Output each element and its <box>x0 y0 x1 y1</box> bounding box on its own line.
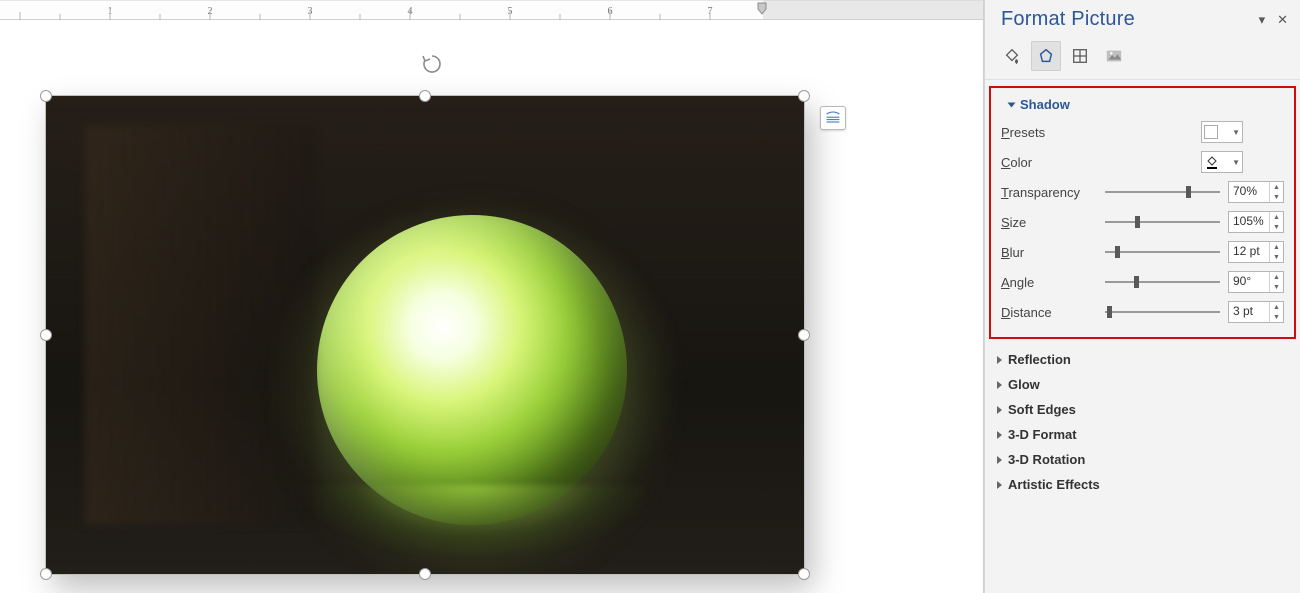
transparency-slider[interactable] <box>1105 191 1220 193</box>
row-size: Size 105% ▲▼ <box>997 207 1288 237</box>
expand-caret-icon <box>997 406 1002 414</box>
section-3d-format-header[interactable]: 3-D Format <box>985 422 1300 447</box>
blur-spinner[interactable]: 12 pt ▲▼ <box>1228 241 1284 263</box>
section-soft-edges-header[interactable]: Soft Edges <box>985 397 1300 422</box>
row-blur: Blur 12 pt ▲▼ <box>997 237 1288 267</box>
expand-caret-icon <box>997 431 1002 439</box>
distance-value: 3 pt <box>1229 302 1269 322</box>
section-label: Shadow <box>1020 97 1070 112</box>
section-artistic-effects-header[interactable]: Artistic Effects <box>985 472 1300 497</box>
size-spinner[interactable]: 105% ▲▼ <box>1228 211 1284 233</box>
presets-label: resets <box>1010 125 1045 140</box>
expand-caret-icon <box>1008 102 1016 107</box>
size-slider[interactable] <box>1105 221 1220 223</box>
chevron-down-icon: ▼ <box>1232 128 1240 137</box>
row-transparency: Transparency 70% ▲▼ <box>997 177 1288 207</box>
pane-title: Format Picture <box>1001 8 1135 31</box>
transparency-value: 70% <box>1229 182 1269 202</box>
angle-value: 90° <box>1229 272 1269 292</box>
chevron-down-icon: ▼ <box>1232 158 1240 167</box>
rotation-handle-icon[interactable] <box>420 52 444 79</box>
spin-down-icon[interactable]: ▼ <box>1270 312 1283 322</box>
shadow-section-highlighted: Shadow Presets ▼ Color <box>989 86 1296 339</box>
shadow-color-dropdown[interactable]: ▼ <box>1201 151 1243 173</box>
section-reflection-header[interactable]: Reflection <box>985 347 1300 372</box>
section-glow-header[interactable]: Glow <box>985 372 1300 397</box>
preset-none-icon <box>1204 125 1218 139</box>
document-canvas[interactable] <box>0 20 983 593</box>
section-3d-rotation-header[interactable]: 3-D Rotation <box>985 447 1300 472</box>
spin-down-icon[interactable]: ▼ <box>1270 192 1283 202</box>
section-label: 3-D Rotation <box>1008 452 1085 467</box>
row-distance: Distance 3 pt ▲▼ <box>997 297 1288 327</box>
selected-picture[interactable] <box>45 95 805 575</box>
row-color: Color ▼ <box>997 147 1288 177</box>
spin-down-icon[interactable]: ▼ <box>1270 282 1283 292</box>
format-category-tabs <box>985 35 1300 80</box>
distance-slider[interactable] <box>1105 311 1220 313</box>
section-shadow-header[interactable]: Shadow <box>997 92 1288 117</box>
tab-picture[interactable] <box>1099 41 1129 71</box>
pane-menu-caret-icon[interactable]: ▾ <box>1259 12 1266 28</box>
section-label: 3-D Format <box>1008 427 1077 442</box>
spin-down-icon[interactable]: ▼ <box>1270 222 1283 232</box>
pane-close-icon[interactable]: ✕ <box>1277 12 1288 28</box>
row-angle: Angle 90° ▲▼ <box>997 267 1288 297</box>
spin-up-icon[interactable]: ▲ <box>1270 242 1283 252</box>
document-area: 1 2 3 4 5 6 7 <box>0 0 984 593</box>
picture-content <box>45 95 805 575</box>
spin-up-icon[interactable]: ▲ <box>1270 212 1283 222</box>
spin-up-icon[interactable]: ▲ <box>1270 272 1283 282</box>
spin-down-icon[interactable]: ▼ <box>1270 252 1283 262</box>
spin-up-icon[interactable]: ▲ <box>1270 182 1283 192</box>
tab-fill-line[interactable] <box>997 41 1027 71</box>
transparency-spinner[interactable]: 70% ▲▼ <box>1228 181 1284 203</box>
format-picture-pane: Format Picture ▾ ✕ <box>984 0 1300 593</box>
blur-value: 12 pt <box>1229 242 1269 262</box>
blur-slider[interactable] <box>1105 251 1220 253</box>
shadow-presets-dropdown[interactable]: ▼ <box>1201 121 1243 143</box>
angle-spinner[interactable]: 90° ▲▼ <box>1228 271 1284 293</box>
size-value: 105% <box>1229 212 1269 232</box>
row-presets: Presets ▼ <box>997 117 1288 147</box>
tab-effects[interactable] <box>1031 41 1061 71</box>
section-label: Soft Edges <box>1008 402 1076 417</box>
horizontal-ruler: 1 2 3 4 5 6 7 <box>0 0 983 20</box>
angle-slider[interactable] <box>1105 281 1220 283</box>
spin-up-icon[interactable]: ▲ <box>1270 302 1283 312</box>
layout-options-button[interactable] <box>820 106 846 130</box>
tab-size-properties[interactable] <box>1065 41 1095 71</box>
expand-caret-icon <box>997 456 1002 464</box>
expand-caret-icon <box>997 481 1002 489</box>
section-label: Artistic Effects <box>1008 477 1100 492</box>
distance-spinner[interactable]: 3 pt ▲▼ <box>1228 301 1284 323</box>
expand-caret-icon <box>997 356 1002 364</box>
pane-header: Format Picture ▾ ✕ <box>985 0 1300 35</box>
expand-caret-icon <box>997 381 1002 389</box>
section-label: Reflection <box>1008 352 1071 367</box>
section-label: Glow <box>1008 377 1040 392</box>
